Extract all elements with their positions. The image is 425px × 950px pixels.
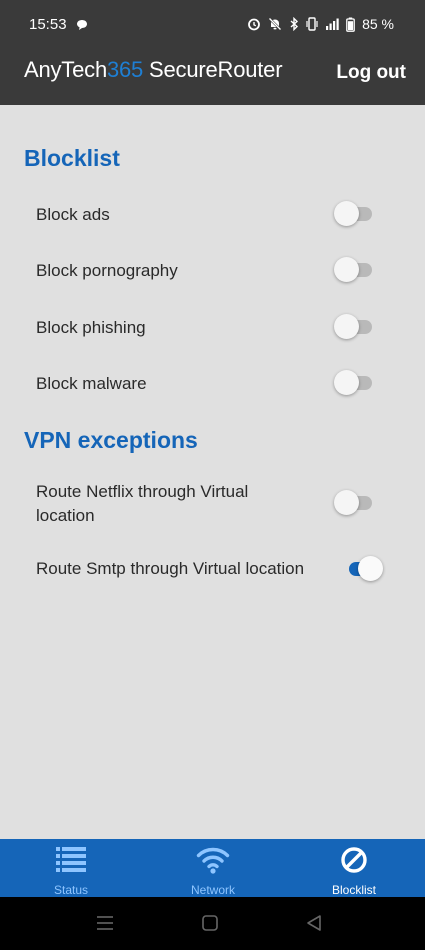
- status-icons: 85 %: [247, 16, 394, 32]
- list-icon: [56, 847, 86, 872]
- blocklist-item-phishing: Block phishing: [36, 312, 396, 343]
- alarm-icon: [248, 18, 260, 31]
- status-time: 15:53: [29, 16, 67, 33]
- toggle-thumb: [334, 490, 359, 515]
- nav-label-network: Network: [190, 883, 235, 897]
- blocklist-item-pornography: Block pornography: [36, 257, 396, 287]
- chat-bubble-icon: [77, 20, 87, 30]
- system-navigation-bar: [0, 897, 425, 950]
- app-title-suffix: SecureRouter: [143, 57, 283, 82]
- block-malware-toggle[interactable]: [334, 368, 376, 396]
- blocklist-item-label: Block phishing: [36, 318, 146, 337]
- blocklist-item-label: Block pornography: [36, 261, 178, 280]
- blocklist-item-label: Block malware: [36, 374, 147, 393]
- blocklist-item-label: Block ads: [36, 205, 110, 224]
- logout-button[interactable]: Log out: [336, 62, 406, 84]
- route-netflix-toggle[interactable]: [334, 488, 376, 516]
- toggle-thumb: [334, 314, 359, 339]
- back-icon[interactable]: [306, 914, 322, 932]
- route-smtp-toggle[interactable]: [343, 554, 385, 582]
- nav-item-network[interactable]: Network: [142, 839, 284, 897]
- mute-icon: [268, 17, 282, 31]
- battery-percent: 85 %: [362, 16, 394, 32]
- toggle-thumb: [358, 556, 383, 581]
- block-pornography-toggle[interactable]: [334, 255, 376, 283]
- blocklist-item-malware: Block malware: [36, 370, 396, 400]
- signal-icon: [326, 18, 339, 30]
- block-phishing-toggle[interactable]: [334, 312, 376, 340]
- vpn-exception-label: Route Smtp through Virtual location: [36, 559, 305, 578]
- home-icon[interactable]: [201, 914, 219, 932]
- vpn-exception-netflix: Route Netflix through Virtual location: [36, 480, 396, 530]
- toggle-thumb: [334, 370, 359, 395]
- block-ads-toggle[interactable]: [334, 199, 376, 227]
- app-title-prefix: AnyTech: [24, 57, 107, 82]
- vpn-exception-label: Route Netflix through Virtual location: [36, 482, 249, 525]
- battery-icon: [346, 17, 355, 32]
- status-bar: 15:53 85 %: [0, 0, 425, 50]
- vpn-exception-smtp: Route Smtp through Virtual location: [36, 554, 396, 585]
- nav-item-status[interactable]: Status: [0, 839, 142, 897]
- blocklist-item-ads: Block ads: [36, 199, 396, 230]
- vpn-exceptions-section-title: VPN exceptions: [24, 427, 198, 453]
- toggle-thumb: [334, 257, 359, 282]
- nav-label-status: Status: [53, 883, 89, 897]
- nav-label-blocklist: Blocklist: [331, 883, 376, 897]
- vibrate-icon: [306, 17, 318, 31]
- recents-menu-icon[interactable]: [96, 915, 114, 931]
- app-header: 15:53 85 % AnyTech365 SecureRouter Log o…: [0, 0, 425, 105]
- app-title: AnyTech365 SecureRouter: [24, 57, 283, 83]
- block-icon: [341, 847, 367, 873]
- blocklist-section-title: Blocklist: [24, 145, 120, 171]
- bottom-navigation: Status Network Blocklist: [0, 839, 425, 897]
- app-title-accent: 365: [106, 57, 144, 82]
- bluetooth-icon: [290, 17, 299, 31]
- toggle-thumb: [334, 201, 359, 226]
- nav-item-blocklist[interactable]: Blocklist: [283, 839, 425, 897]
- wifi-icon: [196, 847, 230, 874]
